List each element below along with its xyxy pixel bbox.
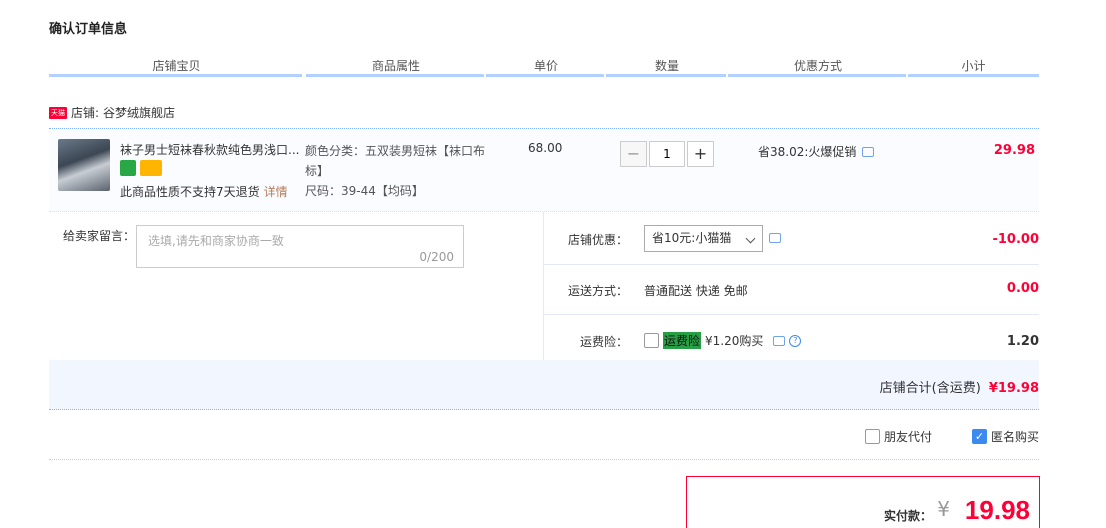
shop-discount-select[interactable]: 省10元:小猫猫 xyxy=(644,225,763,252)
promotion: 省38.02:火爆促销 xyxy=(758,143,875,160)
qty-minus-button[interactable]: − xyxy=(620,141,647,167)
shop-total-amount: ¥19.98 xyxy=(988,381,1039,396)
shop-discount-amount: -10.00 xyxy=(992,232,1039,247)
promotion-text: 省38.02:火爆促销 xyxy=(758,145,857,159)
shop-label: 店铺: xyxy=(71,106,100,120)
qty-input[interactable] xyxy=(649,141,685,167)
unit-price: 68.00 xyxy=(528,141,563,155)
no-return-text: 此商品性质不支持7天退货 xyxy=(120,185,260,199)
message-label: 给卖家留言： xyxy=(63,229,136,243)
shop-discount-value: 省10元:小猫猫 xyxy=(652,231,732,245)
insurance-amount: 1.20 xyxy=(1006,334,1039,349)
qty-plus-button[interactable]: + xyxy=(687,141,714,167)
shop-line: 天猫 店铺: 谷梦绒旗舰店 xyxy=(49,104,175,121)
message-counter: 0/200 xyxy=(419,250,454,264)
product-thumbnail[interactable] xyxy=(58,139,110,191)
insurance-chat-icon[interactable] xyxy=(773,335,786,346)
no-return-notice: 此商品性质不支持7天退货 详情 xyxy=(120,183,288,200)
payment-amount: 19.98 xyxy=(964,495,1030,525)
shipping-amount: 0.00 xyxy=(1006,281,1039,296)
attribute-color: 颜色分类：五双装男短袜【袜口布标】 xyxy=(305,144,486,178)
message-input[interactable]: 选填,请先和商家协商一致 0/200 xyxy=(136,225,464,268)
friend-pay-checkbox[interactable] xyxy=(864,429,880,444)
item-subtotal: 29.98 xyxy=(993,143,1035,158)
shipping-label: 运送方式： xyxy=(568,284,629,298)
product-title-link[interactable]: 袜子男士短袜春秋款纯色男浅口... xyxy=(120,141,300,158)
shop-name-link[interactable]: 谷梦绒旗舰店 xyxy=(103,104,175,121)
insurance-label: 运费险： xyxy=(580,335,629,349)
product-attributes: 颜色分类：五双装男短袜【袜口布标】 尺码：39-44【均码】 xyxy=(305,141,495,201)
shop-total: 店铺合计(含运费) ¥19.98 xyxy=(880,377,1039,396)
divider xyxy=(49,459,1039,460)
payment-label: 实付款： xyxy=(883,509,932,523)
table-header: 店铺宝贝 商品属性 单价 数量 优惠方式 小计 xyxy=(49,57,1039,77)
chat-icon[interactable] xyxy=(862,146,875,157)
shipping-value: 普通配送 快递 免邮 xyxy=(644,284,748,298)
credit-card-badge-icon xyxy=(140,160,162,176)
payment-currency: ¥ xyxy=(937,497,950,521)
insurance-tag: 运费险 xyxy=(663,332,702,349)
insurance-price: ¥1.20购买 xyxy=(705,334,764,348)
anonymous-label: 匿名购买 xyxy=(990,430,1039,444)
order-extra-options: 朋友代付 ✓ 匿名购买 xyxy=(864,428,1039,445)
detail-link[interactable]: 详情 xyxy=(264,185,288,199)
friend-pay-label: 朋友代付 xyxy=(883,430,932,444)
anonymous-option[interactable]: ✓ 匿名购买 xyxy=(971,428,1039,445)
tmall-badge-icon: 天猫 xyxy=(49,106,67,119)
chevron-down-icon xyxy=(745,233,756,244)
shop-discount-label: 店铺优惠： xyxy=(568,233,629,247)
guarantee-badge-icon xyxy=(120,160,136,176)
quantity-stepper: − + xyxy=(620,141,714,167)
shop-total-label: 店铺合计(含运费) xyxy=(879,381,981,396)
friend-pay-option[interactable]: 朋友代付 xyxy=(864,428,932,445)
help-icon[interactable]: ? xyxy=(789,334,802,347)
insurance-checkbox[interactable] xyxy=(644,333,659,348)
page-title: 确认订单信息 xyxy=(49,22,128,37)
attribute-size: 尺码：39-44【均码】 xyxy=(305,184,424,198)
message-placeholder: 选填,请先和商家协商一致 xyxy=(148,234,284,248)
discount-chat-icon[interactable] xyxy=(769,233,781,243)
insurance-option: 运费险 ¥1.20购买 ? xyxy=(644,332,802,349)
anonymous-checkbox[interactable]: ✓ xyxy=(971,429,987,444)
